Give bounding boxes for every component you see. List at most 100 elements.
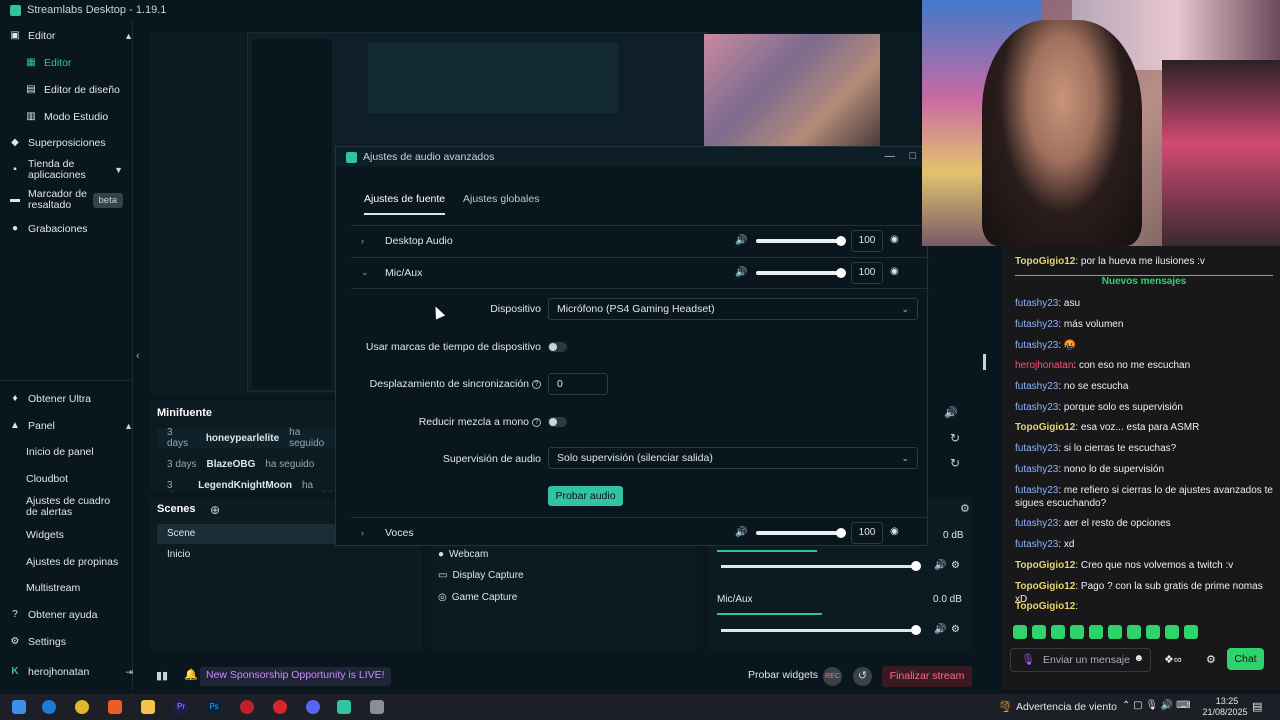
sidebar-item-multistream[interactable]: Multistream [26, 582, 159, 594]
chat-username[interactable]: futashy23 [1015, 402, 1058, 413]
volume-slider[interactable] [756, 236, 846, 246]
sidebar-item-get-ultra[interactable]: ♦ Obtener Ultra [10, 393, 143, 405]
sidebar-item-help[interactable]: ? Obtener ayuda [10, 609, 143, 621]
sidebar-item-overlays[interactable]: ◆ Superposiciones [10, 137, 143, 149]
refresh-icon[interactable]: ↻ [950, 456, 960, 470]
volume-slider[interactable] [756, 268, 846, 278]
eye-icon[interactable]: ◉ [890, 234, 899, 245]
chevron-right-icon[interactable]: › [361, 236, 364, 246]
mono-toggle[interactable] [548, 417, 567, 427]
chat-username[interactable]: futashy23 [1015, 464, 1058, 475]
sidebar-item-panel[interactable]: ▲ Panel ▲ [10, 420, 143, 432]
photoshop-icon[interactable]: Ps [207, 700, 221, 714]
weather-icon[interactable]: 🌪 [998, 700, 1012, 713]
end-stream-button[interactable]: Finalizar stream [882, 666, 972, 687]
chat-username[interactable]: TopoGigio12 [1015, 601, 1075, 612]
streamlabs-icon[interactable] [337, 700, 351, 714]
settings-app-icon[interactable] [370, 700, 384, 714]
speaker-icon[interactable]: 🔊 [735, 235, 747, 246]
source-row-mic-aux[interactable]: ⌄ Mic/Aux 🔊 100 ◉ [351, 257, 929, 287]
microphone-icon[interactable]: 🎙 [1021, 653, 1035, 666]
timestamps-toggle[interactable] [548, 342, 567, 352]
clock-date[interactable]: 21/08/2025 [1200, 707, 1250, 717]
chat-username[interactable]: futashy23 [1015, 485, 1058, 496]
chat-username[interactable]: futashy23 [1015, 443, 1058, 454]
explorer-icon[interactable] [141, 700, 155, 714]
source-row-desktop-audio[interactable]: › Desktop Audio 🔊 100 ◉ [351, 225, 929, 255]
mixer-volume-icon[interactable]: 🔊 [934, 624, 946, 635]
sidebar-item-user[interactable]: K herojhonatan ⇥ [10, 666, 143, 678]
bits-icon[interactable]: ❖∞ [1164, 653, 1182, 666]
premiere-icon[interactable]: Pr [174, 700, 188, 714]
collapse-left-icon[interactable]: ‹ [136, 350, 140, 362]
mixer-gear-icon[interactable]: ⚙ [960, 502, 970, 515]
monitoring-select[interactable]: Solo supervisión (silenciar salida) ⌄ [548, 447, 918, 469]
chat-username[interactable]: TopoGigio12 [1015, 560, 1075, 571]
emoji-icon[interactable]: ☻ [1133, 653, 1144, 664]
eye-icon[interactable]: ◉ [890, 526, 899, 537]
resize-handle[interactable] [983, 354, 986, 370]
speaker-icon[interactable]: 🔊 [735, 267, 747, 278]
opera-icon[interactable] [273, 700, 287, 714]
volume-input[interactable]: 100 [851, 230, 883, 252]
test-audio-button[interactable]: Probar audio [548, 486, 623, 506]
sidebar-item-alert-box[interactable]: Ajustes de cuadro de alertas [26, 496, 133, 518]
mixer-slider[interactable] [721, 629, 916, 632]
mixer-volume-icon[interactable]: 🔊 [944, 406, 958, 419]
chat-username[interactable]: TopoGigio12 [1015, 422, 1075, 433]
chat-username[interactable]: herojhonatan [1015, 360, 1073, 371]
chat-username[interactable]: futashy23 [1015, 539, 1058, 550]
minimize-icon[interactable]: — [885, 150, 896, 162]
chat-username[interactable]: futashy23 [1015, 319, 1058, 330]
chevron-right-icon[interactable]: › [361, 528, 364, 538]
source-game-capture[interactable]: ◎ Game Capture [438, 592, 517, 603]
sidebar-item-studio-mode[interactable]: ▥ Modo Estudio [26, 111, 159, 123]
chat-username[interactable]: TopoGigio12 [1015, 256, 1075, 267]
replay-icon[interactable]: ↺ [853, 667, 872, 686]
tab-source-settings[interactable]: Ajustes de fuente [364, 193, 446, 215]
mixer-gear-icon[interactable]: ⚙ [951, 624, 960, 635]
scene-item-selected[interactable]: Scene [157, 524, 335, 544]
tray-icons[interactable]: ⌃ ▢ 🎙 🔊 ⌨ [1122, 700, 1191, 711]
chat-username[interactable]: futashy23 [1015, 298, 1058, 309]
logout-icon[interactable]: ⇥ [125, 667, 133, 678]
chat-username[interactable]: futashy23 [1015, 381, 1058, 392]
chat-send-button[interactable]: Chat [1227, 648, 1264, 670]
sidebar-item-editor[interactable]: ▦ Editor [26, 57, 159, 69]
chat-username[interactable]: TopoGigio12 [1015, 581, 1075, 592]
help-icon[interactable]: ? [532, 379, 541, 389]
sidebar-item-app-store[interactable]: ▪ Tienda de aplicaciones ▼ [10, 159, 133, 181]
mixer-gear-icon[interactable]: ⚙ [951, 560, 960, 571]
sidebar-item-dashboard-home[interactable]: Inicio de panel [26, 446, 159, 458]
clock-time[interactable]: 13:25 [1209, 696, 1245, 706]
chevron-down-icon[interactable]: ⌄ [361, 267, 369, 278]
discord-icon[interactable] [306, 700, 320, 714]
sync-offset-input[interactable]: 0 [548, 373, 608, 395]
eye-icon[interactable]: ◉ [890, 266, 899, 277]
speaker-icon[interactable]: 🔊 [735, 527, 747, 538]
tab-global-settings[interactable]: Ajustes globales [463, 193, 539, 213]
volume-slider[interactable] [756, 528, 846, 538]
add-scene-icon[interactable]: ⊕ [210, 503, 220, 517]
sidebar-item-highlighter[interactable]: ▬ Marcador de resaltado beta [10, 189, 133, 211]
sponsorship-banner[interactable]: New Sponsorship Opportunity is LIVE! [200, 667, 391, 686]
refresh-icon[interactable]: ↻ [950, 431, 960, 445]
mixer-slider-handle[interactable] [911, 561, 921, 571]
rec-icon[interactable]: REC [823, 667, 842, 686]
scene-item[interactable]: Inicio [167, 549, 190, 560]
maximize-icon[interactable]: □ [910, 150, 916, 162]
chat-settings-icon[interactable]: ⚙ [1206, 653, 1216, 666]
volume-input[interactable]: 100 [851, 522, 883, 544]
mixer-slider[interactable] [721, 565, 916, 568]
chat-username[interactable]: futashy23 [1015, 518, 1058, 529]
volume-input[interactable]: 100 [851, 262, 883, 284]
chat-username[interactable]: futashy23 [1015, 340, 1058, 351]
sidebar-item-tips[interactable]: Ajustes de propinas [26, 556, 159, 568]
windows-start-icon[interactable] [12, 700, 26, 714]
sidebar-item-settings[interactable]: ⚙ Settings [10, 636, 143, 648]
sidebar-item-widgets[interactable]: Widgets [26, 529, 159, 541]
chat-input[interactable]: 🎙 Enviar un mensaje ☻ [1010, 648, 1151, 672]
chrome-icon[interactable] [75, 700, 89, 714]
stats-icon[interactable]: ▮▮ [156, 669, 168, 682]
source-row-voces[interactable]: › Voces 🔊 100 ◉ [351, 517, 929, 547]
